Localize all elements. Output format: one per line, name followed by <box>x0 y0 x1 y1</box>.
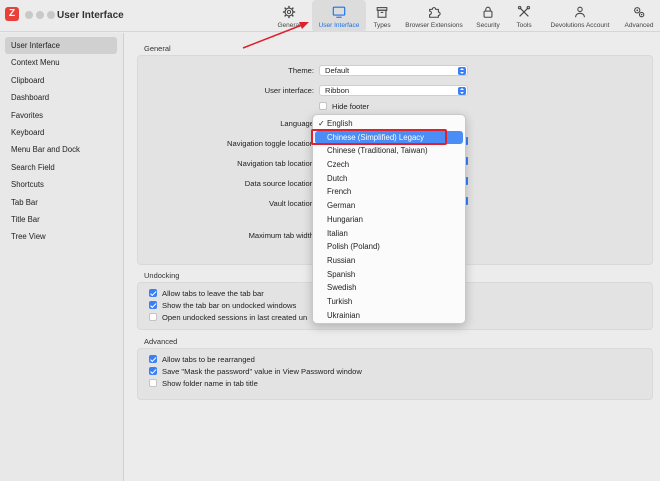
toolbar-devolutions-account[interactable]: Devolutions Account <box>542 0 618 32</box>
checkbox-box <box>319 102 327 110</box>
monitor-icon <box>332 6 346 18</box>
ui-value: Ribbon <box>325 86 350 95</box>
language-option-turkish[interactable]: Turkish <box>313 295 465 309</box>
undock-option-show-tab-bar[interactable]: Show the tab bar on undocked windows <box>149 300 296 310</box>
language-option-chinese-traditional-taiwan[interactable]: Chinese (Traditional, Taiwan) <box>313 144 465 158</box>
chevron-updown-icon <box>458 67 466 75</box>
toolbar-general[interactable]: General <box>266 0 312 32</box>
section-title-general: General <box>144 44 171 53</box>
sidebar-item-favorites[interactable]: Favorites <box>5 107 117 124</box>
advanced-option-mask-password[interactable]: Save "Mask the password" value in View P… <box>149 366 362 376</box>
tools-icon <box>517 5 531 17</box>
theme-label: Theme: <box>288 66 314 75</box>
language-option-french[interactable]: French <box>313 185 465 199</box>
language-option-italian[interactable]: Italian <box>313 227 465 241</box>
advanced-option-folder-name[interactable]: Show folder name in tab title <box>149 378 258 388</box>
section-title-undocking: Undocking <box>144 271 180 280</box>
sidebar: User Interface Context Menu Clipboard Da… <box>0 33 124 481</box>
toolbar-label: Types <box>373 22 391 29</box>
navigation-tab-location-label: Navigation tab location <box>237 159 314 168</box>
vault-location-label: Vault location <box>268 199 314 208</box>
toolbar-label: Devolutions Account <box>550 22 610 29</box>
option-label: Show folder name in tab title <box>162 378 258 388</box>
section-title-advanced: Advanced <box>144 337 178 346</box>
language-dropdown-menu: ✓ English Chinese (Simplified) Legacy Chi… <box>312 114 466 324</box>
checkbox-box <box>149 289 157 297</box>
toolbar-user-interface[interactable]: User Interface <box>312 0 366 32</box>
toolbar-label: Security <box>476 22 500 29</box>
checkbox-box <box>149 313 157 321</box>
language-option-czech[interactable]: Czech <box>313 158 465 172</box>
toolbar-advanced[interactable]: Advanced <box>618 0 660 32</box>
data-source-location-label: Data source location <box>244 179 314 188</box>
toolbar-tools[interactable]: Tools <box>506 0 542 32</box>
sidebar-item-dashboard[interactable]: Dashboard <box>5 89 117 106</box>
checkmark-icon: ✓ <box>318 119 325 128</box>
navigation-toggle-location-label: Navigation toggle location <box>227 139 314 148</box>
checkbox-box <box>149 367 157 375</box>
option-label: Save "Mask the password" value in View P… <box>162 366 362 376</box>
checkbox-box <box>149 379 157 387</box>
toolbar-label: Tools <box>516 22 532 29</box>
theme-select[interactable]: Default <box>319 65 468 76</box>
toolbar-label: User Interface <box>318 22 360 29</box>
option-label: Show the tab bar on undocked windows <box>162 300 297 310</box>
language-option-ukrainian[interactable]: Ukrainian <box>313 309 465 323</box>
option-label: Open undocked sessions in last created u… <box>162 312 308 322</box>
language-option-german[interactable]: German <box>313 199 465 213</box>
sidebar-item-keyboard[interactable]: Keyboard <box>5 124 117 141</box>
window-close-button[interactable] <box>25 11 33 19</box>
window-minimize-button[interactable] <box>36 11 44 19</box>
language-option-swedish[interactable]: Swedish <box>313 281 465 295</box>
language-option-russian[interactable]: Russian <box>313 254 465 268</box>
sidebar-item-user-interface[interactable]: User Interface <box>5 37 117 55</box>
toolbar-browser-extensions[interactable]: Browser Extensions <box>398 0 470 32</box>
title-bar: Z User Interface General User Interface … <box>0 0 660 32</box>
window-zoom-button[interactable] <box>47 11 55 19</box>
chevron-updown-icon <box>458 87 466 95</box>
lock-icon <box>483 6 493 18</box>
toolbar-label: Advanced <box>624 22 654 29</box>
window-title: User Interface <box>57 10 124 21</box>
advanced-option-rearrange[interactable]: Allow tabs to be rearranged <box>149 354 255 364</box>
language-option-dutch[interactable]: Dutch <box>313 172 465 186</box>
undock-option-allow-leave[interactable]: Allow tabs to leave the tab bar <box>149 288 264 298</box>
person-icon <box>575 6 585 18</box>
theme-value: Default <box>325 66 350 75</box>
sidebar-item-shortcuts[interactable]: Shortcuts <box>5 176 117 193</box>
option-label: Allow tabs to leave the tab bar <box>162 288 264 298</box>
undock-option-open-undocked[interactable]: Open undocked sessions in last created u… <box>149 312 307 322</box>
option-label: Allow tabs to be rearranged <box>162 354 255 364</box>
maximum-tab-width-label: Maximum tab width <box>248 231 314 240</box>
sidebar-item-clipboard[interactable]: Clipboard <box>5 72 117 89</box>
gears-icon <box>634 7 645 18</box>
ui-label: User interface: <box>264 86 314 95</box>
hide-footer-label: Hide footer <box>332 101 370 111</box>
toolbar-label: General <box>277 22 301 29</box>
language-option-english[interactable]: ✓ English <box>313 117 465 131</box>
toolbar-types[interactable]: Types <box>366 0 398 32</box>
hide-footer-checkbox[interactable]: Hide footer <box>319 101 369 111</box>
checkbox-box <box>149 355 157 363</box>
sidebar-item-search-field[interactable]: Search Field <box>5 159 117 176</box>
sidebar-item-context-menu[interactable]: Context Menu <box>5 54 117 71</box>
language-option-spanish[interactable]: Spanish <box>313 268 465 282</box>
puzzle-icon <box>429 7 441 18</box>
language-option-polish[interactable]: Polish (Poland) <box>313 240 465 254</box>
user-interface-select[interactable]: Ribbon <box>319 85 468 96</box>
toolbar-security[interactable]: Security <box>470 0 506 32</box>
toolbar-label: Browser Extensions <box>405 22 463 29</box>
sidebar-item-tab-bar[interactable]: Tab Bar <box>5 194 117 211</box>
sidebar-item-title-bar[interactable]: Title Bar <box>5 211 117 228</box>
box-icon <box>376 7 388 18</box>
preferences-toolbar: General User Interface Types Browser Ext… <box>266 0 660 32</box>
checkbox-box <box>149 301 157 309</box>
language-option-hungarian[interactable]: Hungarian <box>313 213 465 227</box>
sidebar-item-tree-view[interactable]: Tree View <box>5 228 117 245</box>
language-option-chinese-simplified-legacy[interactable]: Chinese (Simplified) Legacy <box>315 130 463 145</box>
sidebar-item-menu-bar-and-dock[interactable]: Menu Bar and Dock <box>5 141 117 158</box>
language-label: Language <box>280 119 314 128</box>
app-logo-icon: Z <box>5 7 19 21</box>
gear-icon <box>282 5 296 19</box>
